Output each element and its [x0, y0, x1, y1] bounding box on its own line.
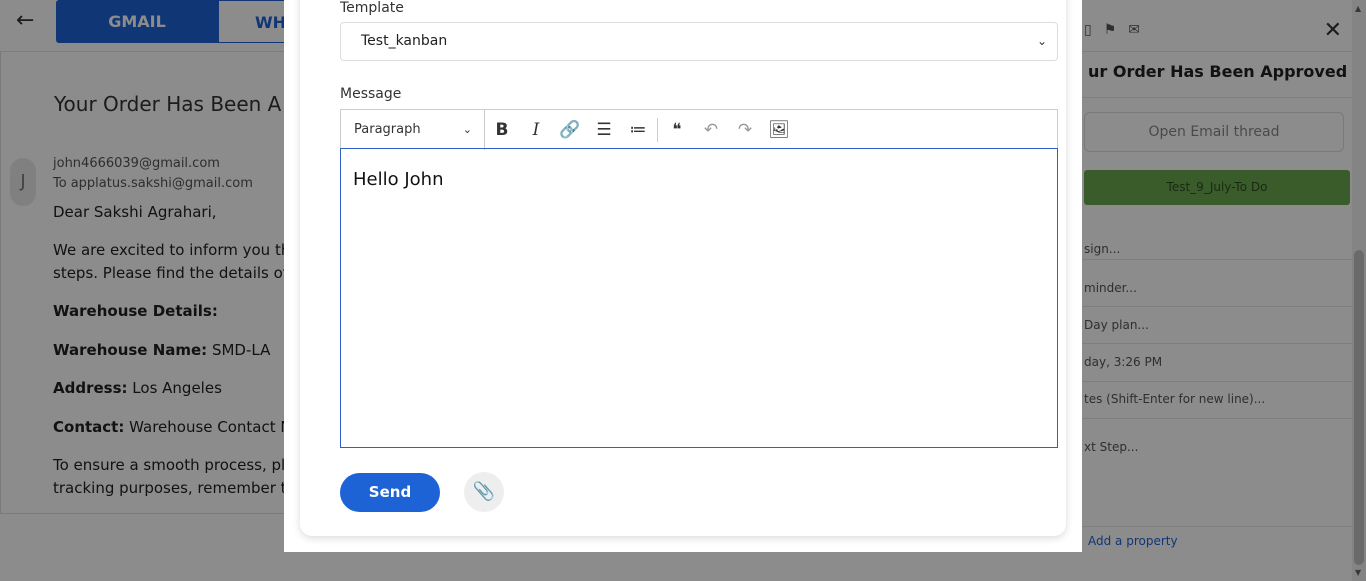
italic-icon[interactable]: I: [519, 110, 553, 150]
toolbar-divider: [657, 117, 658, 142]
bulleted-list-icon[interactable]: ☰: [587, 110, 621, 150]
message-editor[interactable]: Hello John: [340, 148, 1058, 448]
link-icon[interactable]: 🔗: [553, 110, 587, 150]
paperclip-icon[interactable]: 📎: [464, 472, 504, 512]
send-button[interactable]: Send: [340, 473, 440, 512]
template-select[interactable]: Test_kanban ⌄: [340, 22, 1058, 61]
bold-icon[interactable]: B: [485, 110, 519, 150]
blockquote-icon[interactable]: ❝: [660, 110, 694, 150]
chevron-down-icon: ⌄: [1036, 34, 1047, 48]
numbered-list-icon[interactable]: ≔: [621, 110, 655, 150]
compose-card: Template Test_kanban ⌄ Message Paragraph…: [300, 0, 1066, 536]
redo-icon[interactable]: ↷: [728, 110, 762, 150]
insert-image-icon[interactable]: 🖼: [762, 110, 796, 150]
message-label: Message: [340, 86, 402, 102]
chevron-down-icon: ⌄: [462, 122, 472, 136]
message-body: Hello John: [353, 169, 444, 190]
editor-toolbar: Paragraph ⌄ B I 🔗 ☰ ≔ ❝ ↶ ↷ 🖼: [340, 109, 1058, 150]
template-value: Test_kanban: [361, 33, 448, 49]
paragraph-style-dropdown[interactable]: Paragraph ⌄: [341, 109, 485, 150]
compose-modal: Template Test_kanban ⌄ Message Paragraph…: [284, 0, 1082, 552]
template-label: Template: [340, 0, 404, 16]
undo-icon[interactable]: ↶: [694, 110, 728, 150]
paragraph-style-label: Paragraph: [354, 121, 421, 137]
